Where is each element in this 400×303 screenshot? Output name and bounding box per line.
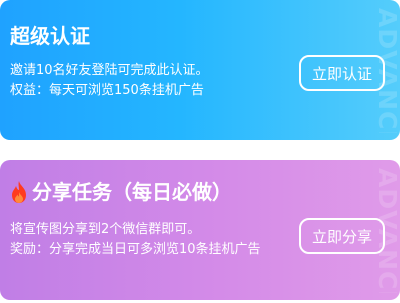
card-reward: 奖励：分享完成当日可多浏览10条挂机广告 bbox=[10, 242, 261, 257]
super-verify-card: ADVANCED 超级认证 邀请10名好友登陆可完成此认证。 权益：每天可浏览1… bbox=[0, 0, 400, 140]
card-title-row: 分享任务（每日必做） bbox=[10, 180, 232, 204]
daily-share-card: ADVANCED 分享任务（每日必做） 将宣传图分享到2个微信群即可。 奖励：分… bbox=[0, 160, 400, 300]
card-benefit: 权益：每天可浏览150条挂机广告 bbox=[10, 83, 204, 98]
task-cards-screen: ADVANCED 超级认证 邀请10名好友登陆可完成此认证。 权益：每天可浏览1… bbox=[0, 0, 400, 303]
card-title: 超级认证 bbox=[10, 24, 90, 48]
card-title: 分享任务（每日必做） bbox=[32, 180, 232, 204]
card-requirement: 将宣传图分享到2个微信群即可。 bbox=[10, 222, 201, 237]
card-requirement: 邀请10名好友登陆可完成此认证。 bbox=[10, 63, 209, 78]
share-now-button[interactable]: 立即分享 bbox=[299, 218, 385, 254]
fire-icon bbox=[10, 181, 28, 203]
verify-now-button[interactable]: 立即认证 bbox=[299, 55, 385, 91]
